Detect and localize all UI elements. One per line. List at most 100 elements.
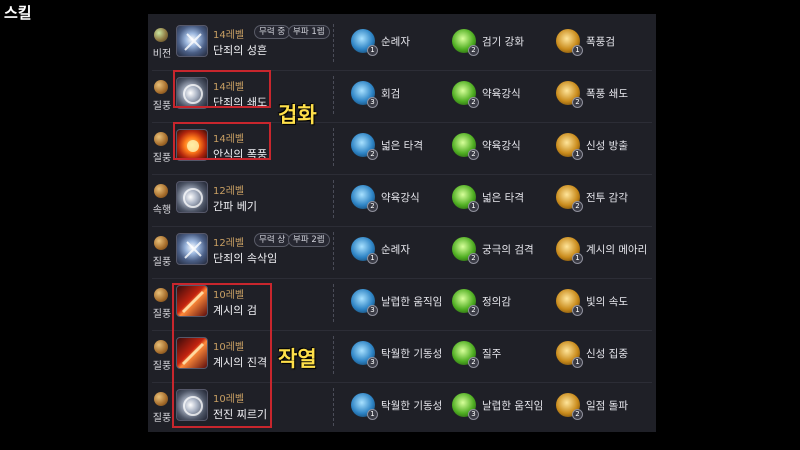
tripod-label: 순례자 [381,244,410,256]
tripod-icon: 2 [351,185,378,212]
tripod-tier: 2 [468,357,479,368]
skill-name: 단죄의 속삭임 [213,252,278,265]
tripod-icon: 1 [351,237,378,264]
tripod-icon: 3 [351,81,378,108]
skill-name: 간파 베기 [213,200,257,213]
highlight-box-2 [173,122,271,160]
tripod-tier: 1 [367,45,378,56]
tripod-icon: 3 [452,393,479,420]
tripod-tier: 2 [572,409,583,420]
tripod-tier: 1 [468,201,479,212]
tripod-icon: 1 [556,289,583,316]
tripod-item[interactable]: 2 검기 강화 [452,28,552,56]
tripod-item[interactable]: 1 빛의 속도 [556,288,656,316]
tripod-tier: 2 [468,253,479,264]
tripod-label: 정의감 [482,296,511,308]
skill-row[interactable]: 질풍 12레벨 단죄의 속삭임 무력 상 부파 2렙 1 순례자 2 궁극의 검격 [148,226,656,279]
gem-icon [154,184,168,198]
tripod-item[interactable]: 1 신성 방출 [556,132,656,160]
tripod-tier: 1 [367,253,378,264]
tripod-item[interactable]: 1 넓은 타격 [452,184,552,212]
tripod-tier: 1 [572,45,583,56]
tripod-icon: 1 [452,185,479,212]
tripod-tier: 2 [468,45,479,56]
skill-tag: 부파 1렙 [288,25,330,39]
tripod-icon: 1 [351,393,378,420]
tripod-label: 약육강식 [381,192,420,204]
tripod-item[interactable]: 3 회검 [351,80,451,108]
skill-row[interactable]: 비전 14레벨단죄의 성흔 무력 중부파 1렙 1 순례자 2 검기 강화 [148,18,656,71]
tripod-icon: 2 [452,81,479,108]
tripod-label: 전투 감각 [586,192,628,204]
tripod-icon: 1 [351,29,378,56]
tripod-item[interactable]: 2 약육강식 [452,80,552,108]
column-divider [333,284,334,322]
tripod-item[interactable]: 1 폭풍검 [556,28,656,56]
tripod-item[interactable]: 2 약육강식 [351,184,451,212]
gem-icon [154,288,168,302]
gem-icon [154,80,168,94]
tripod-item[interactable]: 3 탁월한 기동성 [351,340,451,368]
tripod-item[interactable]: 2 일점 돌파 [556,392,656,420]
tripod-item[interactable]: 1 계시의 메아리 [556,236,656,264]
tripod-item[interactable]: 3 날렵한 움직임 [452,392,552,420]
callout-label: 작열 [278,347,317,371]
skill-level: 14레벨 [213,30,245,41]
tripod-item[interactable]: 1 신성 집중 [556,340,656,368]
tripod-tier: 3 [367,357,378,368]
skill-icon[interactable] [176,25,208,57]
tripod-tier: 2 [572,201,583,212]
tripod-item[interactable]: 1 탁월한 기동성 [351,392,451,420]
tripod-tier: 2 [572,97,583,108]
tripod-tier: 3 [367,305,378,316]
tripod-tier: 1 [572,305,583,316]
gem-label: 속행 [152,205,172,216]
tripod-label: 탁월한 기동성 [381,348,443,360]
tripod-tier: 2 [367,201,378,212]
tripod-icon: 1 [556,29,583,56]
gem-icon [154,28,168,42]
column-divider [333,232,334,270]
gem-label: 질풍 [152,153,172,164]
section-title: 스킬 [4,4,32,22]
tripod-item[interactable]: 3 날렵한 움직임 [351,288,451,316]
tripod-icon: 2 [452,289,479,316]
tripod-item[interactable]: 1 순례자 [351,28,451,56]
tripod-icon: 3 [351,289,378,316]
tripod-item[interactable]: 2 질주 [452,340,552,368]
tripod-label: 폭풍 쇄도 [586,88,628,100]
column-divider [333,388,334,426]
column-divider [333,336,334,374]
gem-label: 질풍 [152,101,172,112]
skill-icon[interactable] [176,181,208,213]
tripod-label: 순례자 [381,36,410,48]
column-divider [333,180,334,218]
tripod-item[interactable]: 2 정의감 [452,288,552,316]
tripod-label: 신성 집중 [586,348,628,360]
tripod-tier: 1 [572,149,583,160]
tripod-icon: 2 [556,81,583,108]
skill-row[interactable]: 속행 12레벨 간파 베기 2 약육강식 1 넓은 타격 2 전투 감각 [148,174,656,227]
column-divider [333,128,334,166]
tripod-icon: 2 [452,237,479,264]
tripod-item[interactable]: 2 폭풍 쇄도 [556,80,656,108]
tripod-item[interactable]: 2 궁극의 검격 [452,236,552,264]
tripod-icon: 2 [452,341,479,368]
skill-level: 12레벨 [213,238,245,249]
tripod-label: 날렵한 움직임 [482,400,544,412]
tripod-tier: 1 [572,253,583,264]
tripod-icon: 1 [556,237,583,264]
tripod-item[interactable]: 2 넓은 타격 [351,132,451,160]
tripod-tier: 1 [572,357,583,368]
tripod-icon: 3 [351,341,378,368]
tripod-label: 회검 [381,88,401,100]
tripod-item[interactable]: 1 순례자 [351,236,451,264]
tripod-item[interactable]: 2 전투 감각 [556,184,656,212]
skill-icon[interactable] [176,233,208,265]
tripod-label: 계시의 메아리 [586,244,648,256]
tripod-item[interactable]: 2 약육강식 [452,132,552,160]
skill-tag: 부파 2렙 [288,233,330,247]
tripod-tier: 2 [468,97,479,108]
tripod-tier: 1 [367,409,378,420]
gem-label: 비전 [152,49,172,60]
